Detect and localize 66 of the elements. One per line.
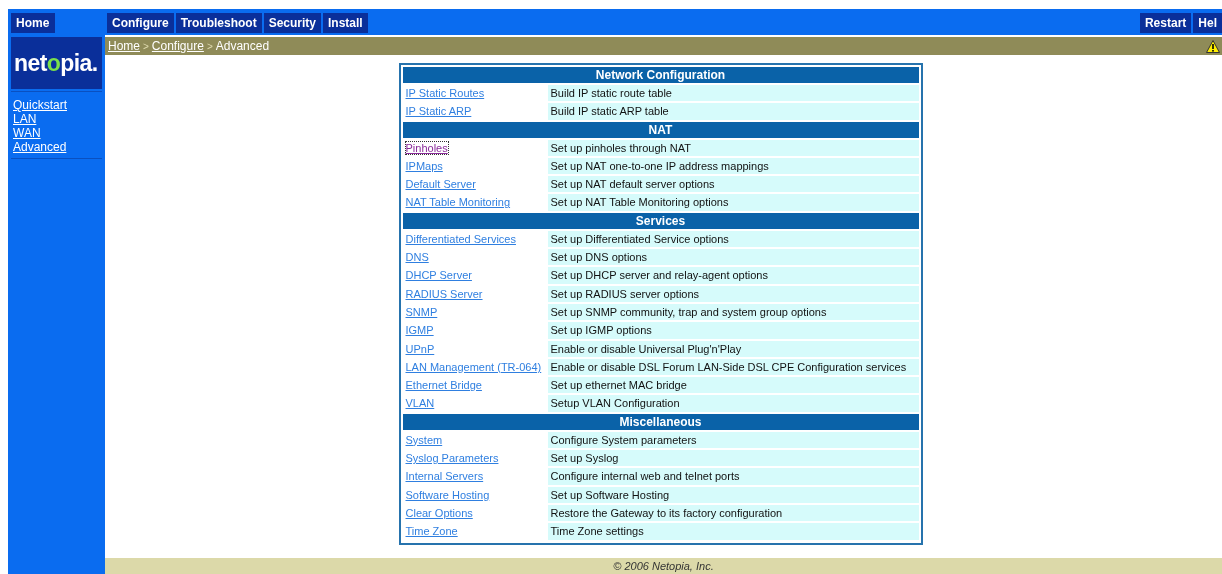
description-cell: Configure internal web and telnet ports <box>547 468 919 485</box>
menu-link[interactable]: IPMaps <box>405 159 443 172</box>
menu-link[interactable]: Software Hosting <box>405 488 490 501</box>
sidebar-link[interactable]: LAN <box>13 112 37 126</box>
description-cell: Restore the Gateway to its factory configuration <box>547 504 919 522</box>
sidebar-link[interactable]: WAN <box>13 126 41 140</box>
menu-link[interactable]: Internal Servers <box>405 470 484 483</box>
description-cell: Build IP static ARP table <box>547 103 919 120</box>
menu-link[interactable]: VLAN <box>405 397 435 410</box>
nav-tab[interactable]: Install <box>323 13 368 33</box>
menu-link[interactable]: NAT Table Monitoring <box>405 196 511 209</box>
menu-link[interactable]: IP Static ARP <box>405 105 472 118</box>
description-cell: Set up NAT one-to-one IP address mappings <box>547 157 919 175</box>
copyright-text: © 2006 Netopia, Inc. <box>613 559 714 574</box>
logo: netopia. <box>14 48 98 78</box>
menu-link[interactable]: SNMP <box>405 305 438 318</box>
description-cell: Enable or disable Universal Plug'n'Play <box>547 340 919 357</box>
menu-link[interactable]: DHCP Server <box>405 269 472 282</box>
nav-tab[interactable]: Troubleshoot <box>175 13 262 33</box>
breadcrumb-current: Advanced <box>215 38 270 55</box>
menu-link[interactable]: Ethernet Bridge <box>405 379 482 392</box>
menu-link[interactable]: Clear Options <box>405 506 473 519</box>
sidebar-link[interactable]: Quickstart <box>13 98 67 112</box>
breadcrumb-separator: > <box>206 39 213 54</box>
description-cell: Setup VLAN Configuration <box>547 395 919 412</box>
breadcrumb-separator: > <box>143 39 149 54</box>
menu-link[interactable]: Default Server <box>405 178 476 191</box>
menu-link[interactable]: Time Zone <box>405 525 458 538</box>
menu-link[interactable]: RADIUS Server <box>405 287 483 300</box>
description-cell: Enable or disable DSL Forum LAN-Side DSL CPE Configuration services <box>547 358 919 376</box>
nav-tab[interactable]: Restart <box>1139 13 1192 33</box>
description-cell: Set up ethernet MAC bridge <box>547 377 919 394</box>
description-cell: Set up Syslog <box>547 450 919 467</box>
nav-tab[interactable]: Security <box>263 13 322 33</box>
description-cell: Set up RADIUS server options <box>547 285 919 302</box>
description-cell: Configure System parameters <box>547 431 919 449</box>
description-cell: Time Zone settings <box>547 523 919 540</box>
menu-link[interactable]: DNS <box>405 251 429 264</box>
menu-link[interactable]: System <box>405 433 443 446</box>
section-header: Network Configuration <box>402 67 919 83</box>
section-header: NAT <box>402 121 919 138</box>
home-tab[interactable]: Home <box>11 13 55 33</box>
menu-link[interactable]: Syslog Parameters <box>405 452 499 465</box>
description-cell: Build IP static route table <box>547 85 919 102</box>
nav-tab[interactable]: Hel <box>1193 13 1222 33</box>
nav-tab[interactable]: Configure <box>107 13 174 33</box>
menu-link[interactable]: Differentiated Services <box>405 232 516 245</box>
description-cell: Set up DHCP server and relay-agent options <box>547 267 919 284</box>
menu-link[interactable]: LAN Management (TR-064) <box>405 360 542 373</box>
description-cell: Set up SNMP community, trap and system group options <box>547 303 919 321</box>
breadcrumb-link[interactable]: Configure <box>151 37 204 55</box>
menu-link[interactable]: Pinholes <box>405 141 448 154</box>
description-cell: Set up NAT Table Monitoring options <box>547 194 919 211</box>
menu-link[interactable]: IGMP <box>405 324 434 337</box>
section-header: Services <box>402 212 919 229</box>
description-cell: Set up Software Hosting <box>547 486 919 503</box>
description-cell: Set up DNS options <box>547 249 919 266</box>
description-cell: Set up Differentiated Service options <box>547 230 919 248</box>
menu-link[interactable]: UPnP <box>405 342 435 355</box>
description-cell: Set up NAT default server options <box>547 176 919 193</box>
sidebar-link[interactable]: Advanced <box>13 140 67 154</box>
description-cell: Set up pinholes through NAT <box>547 139 919 156</box>
breadcrumb-link[interactable]: Home <box>108 37 140 55</box>
menu-link[interactable]: IP Static Routes <box>405 87 485 99</box>
description-cell: Set up IGMP options <box>547 322 919 339</box>
section-header: Miscellaneous <box>402 413 919 430</box>
